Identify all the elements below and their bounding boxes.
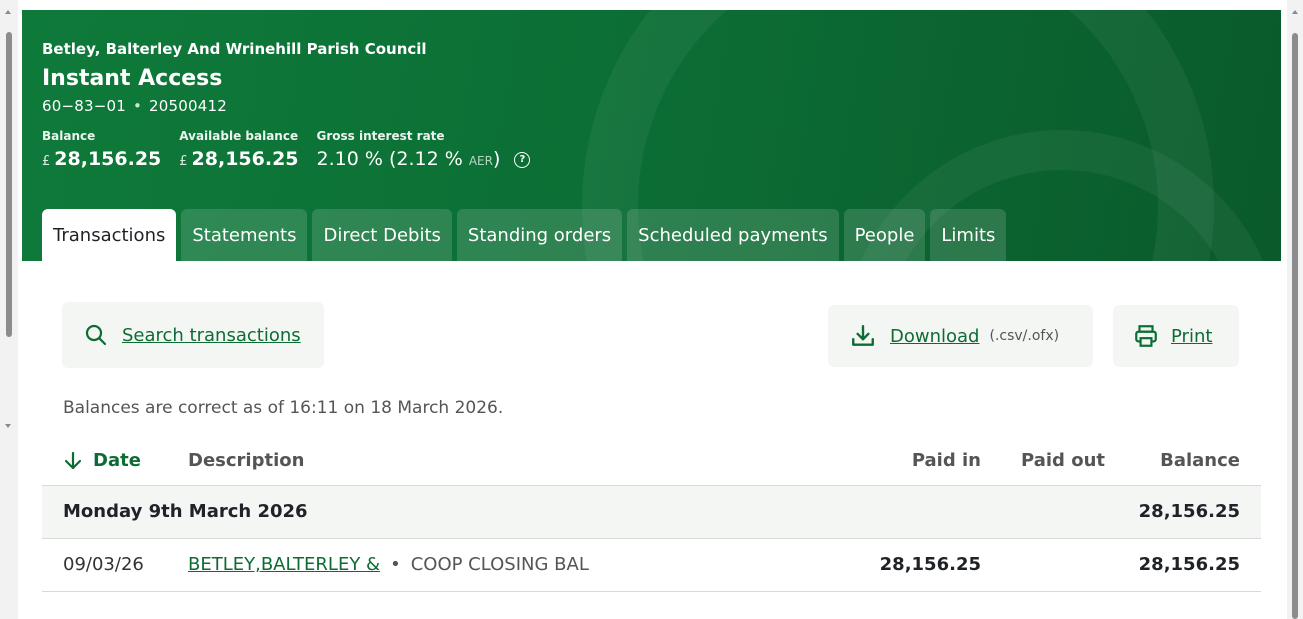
tab-direct-debits[interactable]: Direct Debits (312, 209, 452, 261)
table-row: 09/03/26 BETLEY,BALTERLEY & • COOP CLOSI… (42, 539, 1261, 592)
scrollbar-thumb[interactable] (6, 32, 12, 337)
transaction-balance: 28,156.25 (1138, 554, 1240, 575)
balance-value: 28,156.25 (54, 148, 162, 170)
currency-symbol: £ (42, 154, 51, 169)
account-card: Betley, Balterley And Wrinehill Parish C… (22, 10, 1281, 619)
scroll-up-arrow-icon[interactable] (5, 10, 11, 14)
organisation-name: Betley, Balterley And Wrinehill Parish C… (42, 40, 427, 58)
aer-label: AER (468, 154, 493, 168)
date-group-title: Monday 9th March 2026 (63, 501, 308, 522)
date-group-row: Monday 9th March 2026 28,156.25 (42, 486, 1261, 539)
sort-code: 60−83−01 (42, 97, 126, 115)
date-column-header[interactable]: Date (63, 450, 141, 471)
balance-timestamp-note: Balances are correct as of 16:11 on 18 M… (63, 398, 504, 418)
transaction-reference: COOP CLOSING BAL (410, 554, 589, 575)
scroll-up-arrow-icon[interactable] (1292, 10, 1298, 14)
paid-in-column-header: Paid in (911, 450, 981, 471)
search-transactions-button[interactable]: Search transactions (62, 302, 324, 368)
available-balance-label: Available balance (179, 129, 299, 143)
arrow-down-icon (64, 451, 82, 469)
download-link[interactable]: Download (890, 326, 979, 347)
search-transactions-link[interactable]: Search transactions (122, 325, 301, 346)
paid-out-column-header: Paid out (1021, 450, 1105, 471)
tab-statements[interactable]: Statements (181, 209, 308, 261)
tab-people[interactable]: People (843, 209, 926, 261)
tab-transactions[interactable]: Transactions (42, 209, 177, 261)
balance-block: Balance £28,156.25 (42, 129, 161, 170)
download-formats: (.csv/.ofx) (989, 328, 1060, 344)
transaction-paid-in: 28,156.25 (879, 554, 981, 575)
printer-icon (1135, 325, 1157, 347)
interest-rate-label: Gross interest rate (316, 129, 445, 143)
help-icon[interactable]: ? (514, 152, 531, 168)
available-balance-block: Available balance £28,156.25 (179, 129, 298, 170)
interest-rate-close: ) (492, 148, 501, 170)
print-button[interactable]: Print (1113, 305, 1239, 367)
balance-label: Balance (42, 129, 96, 143)
transactions-table-header: Date Description Paid in Paid out Balanc… (42, 447, 1261, 486)
scrollbar-thumb[interactable] (1292, 33, 1298, 619)
download-icon (852, 325, 874, 346)
tab-limits[interactable]: Limits (930, 209, 1007, 261)
left-scrollbar[interactable] (0, 0, 18, 619)
account-number: 20500412 (149, 97, 227, 115)
search-icon (85, 324, 107, 346)
interest-rate-block: Gross interest rate 2.10 % (2.12 % AER) … (317, 129, 531, 170)
right-scrollbar[interactable] (1287, 0, 1303, 619)
tab-standing-orders[interactable]: Standing orders (456, 209, 623, 261)
transaction-payee-link[interactable]: BETLEY,BALTERLEY & (188, 554, 380, 575)
transaction-description: BETLEY,BALTERLEY & • COOP CLOSING BAL (188, 554, 589, 575)
tab-scheduled-payments[interactable]: Scheduled payments (627, 209, 839, 261)
account-header: Betley, Balterley And Wrinehill Parish C… (22, 10, 1281, 261)
balance-column-header: Balance (1160, 450, 1240, 471)
interest-rate-value: 2.10 % (2.12 % (316, 148, 463, 170)
currency-symbol: £ (179, 154, 188, 169)
account-identifiers: 60−83−01 • 20500412 (42, 97, 530, 115)
print-link[interactable]: Print (1171, 326, 1212, 347)
description-separator: • (390, 554, 401, 575)
scroll-down-arrow-icon[interactable] (5, 424, 11, 428)
account-tabs: Transactions Statements Direct Debits St… (42, 209, 1007, 261)
date-header-label: Date (93, 450, 141, 471)
transaction-date: 09/03/26 (63, 554, 144, 575)
available-balance-value: 28,156.25 (191, 148, 299, 170)
identifier-separator: • (132, 97, 143, 115)
balance-summary: Balance £28,156.25 Available balance £28… (42, 129, 531, 170)
date-group-balance: 28,156.25 (1138, 501, 1240, 522)
description-column-header: Description (188, 450, 305, 471)
account-name: Instant Access (42, 66, 223, 91)
download-button[interactable]: Download (.csv/.ofx) (828, 305, 1093, 367)
